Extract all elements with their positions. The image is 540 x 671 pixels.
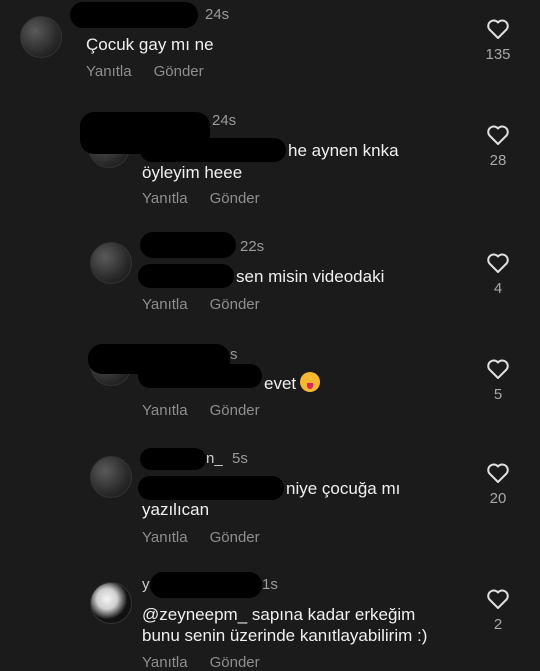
comment-actions: Yanıtla Gönder xyxy=(142,654,282,671)
comment-text: sen misin videodaki xyxy=(236,267,385,286)
like-button[interactable]: 4 xyxy=(478,252,518,297)
heart-outline-icon xyxy=(487,19,509,39)
send-button[interactable]: Gönder xyxy=(154,63,204,80)
like-count: 20 xyxy=(489,490,507,507)
like-button[interactable]: 28 xyxy=(478,124,518,169)
comment-time: 5s xyxy=(232,450,248,467)
like-button[interactable]: 5 xyxy=(478,358,518,403)
send-button[interactable]: Gönder xyxy=(210,402,260,419)
comment-time: 24s xyxy=(205,6,230,23)
reply-item: 24s he aynen knka öyleyim heee Yanıtla Gö… xyxy=(0,108,540,218)
comment-actions: Yanıtla Gönder xyxy=(142,296,282,313)
comment-text-line2: öyleyim heee xyxy=(142,163,243,182)
comment-text-line1: he aynen knka xyxy=(288,141,399,160)
reply-button[interactable]: Yanıtla xyxy=(142,654,188,671)
comment-text-body: evet xyxy=(264,374,297,393)
reply-item: n_ 5s niye çocuğa mı yazılıcan Yanıtla Gö… xyxy=(0,446,540,556)
comment-text-line1: niye çocuğa mı xyxy=(286,479,401,498)
like-button[interactable]: 2 xyxy=(478,588,518,633)
like-count: 28 xyxy=(489,152,507,169)
heart-outline-icon xyxy=(487,589,509,609)
reply-button[interactable]: Yanıtla xyxy=(142,190,188,207)
avatar[interactable] xyxy=(90,456,132,498)
send-button[interactable]: Gönder xyxy=(210,296,260,313)
comment-time: 22s xyxy=(240,238,265,255)
like-button[interactable]: 135 xyxy=(478,18,518,63)
comment-time: 24s xyxy=(212,112,237,129)
redacted-username xyxy=(140,232,236,258)
heart-outline-icon xyxy=(487,359,509,379)
send-button[interactable]: Gönder xyxy=(210,529,260,546)
reply-item: s evet Yanıtla Gönder 5 xyxy=(0,340,540,430)
comment-actions: Yanıtla Gönder xyxy=(142,402,282,419)
reply-button[interactable]: Yanıtla xyxy=(142,529,188,546)
comment-actions: Yanıtla Gönder xyxy=(86,63,226,80)
redacted-mention xyxy=(140,138,286,162)
comment-text-line2: yazılıcan xyxy=(142,500,210,519)
avatar[interactable] xyxy=(90,582,132,624)
like-count: 2 xyxy=(493,616,503,633)
redacted-username xyxy=(140,448,206,470)
comment-time: 1s xyxy=(262,576,278,593)
avatar[interactable] xyxy=(20,16,62,58)
comment-text-line2: bunu senin üzerinde kanıtlayabilirim :) xyxy=(142,626,428,645)
like-count: 135 xyxy=(485,46,511,63)
like-button[interactable]: 20 xyxy=(478,462,518,507)
send-button[interactable]: Gönder xyxy=(210,190,260,207)
comment-text: evet xyxy=(264,372,321,395)
heart-outline-icon xyxy=(487,253,509,273)
send-button[interactable]: Gönder xyxy=(210,654,260,671)
reply-button[interactable]: Yanıtla xyxy=(142,402,188,419)
tongue-wink-emoji xyxy=(300,372,321,392)
comment-actions: Yanıtla Gönder xyxy=(142,529,282,546)
redacted-username xyxy=(150,572,262,598)
comment-username-head: y xyxy=(142,576,150,593)
reply-item: 22s sen misin videodaki Yanıtla Gönder 4 xyxy=(0,232,540,322)
like-count: 5 xyxy=(493,386,503,403)
redacted-mention xyxy=(138,264,234,288)
reply-item: y 1s @zeyneepm_ sapına kadar erkeğim bun… xyxy=(0,572,540,671)
comment-actions: Yanıtla Gönder xyxy=(142,190,282,207)
comment-username-tail: n_ xyxy=(206,450,223,467)
redacted-mention xyxy=(138,364,262,388)
like-count: 4 xyxy=(493,280,503,297)
heart-outline-icon xyxy=(487,463,509,483)
comment-time: s xyxy=(230,346,238,363)
reply-button[interactable]: Yanıtla xyxy=(142,296,188,313)
redacted-mention xyxy=(138,476,284,500)
avatar[interactable] xyxy=(90,242,132,284)
comment-text: Çocuk gay mı ne xyxy=(86,35,214,54)
heart-outline-icon xyxy=(487,125,509,145)
comment-item: 24s Çocuk gay mı ne Yanıtla Gönder 135 xyxy=(0,0,540,90)
comment-text-line1: @zeyneepm_ sapına kadar erkeğim xyxy=(142,605,416,624)
reply-button[interactable]: Yanıtla xyxy=(86,63,132,80)
redacted-username xyxy=(70,2,198,28)
